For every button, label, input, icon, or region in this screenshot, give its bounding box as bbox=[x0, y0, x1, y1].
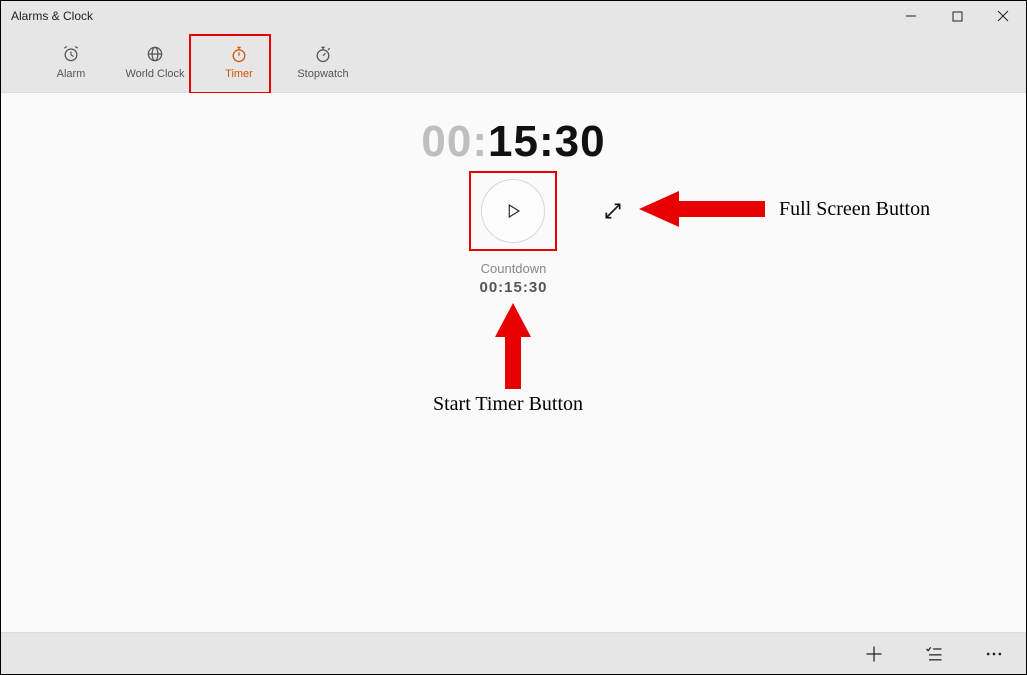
expand-icon bbox=[603, 201, 623, 221]
annotation-arrow-fullscreen bbox=[639, 187, 765, 231]
timer-minutes: 15 bbox=[488, 117, 539, 166]
bottom-bar bbox=[1, 632, 1026, 674]
ellipsis-icon bbox=[984, 644, 1004, 664]
close-button[interactable] bbox=[980, 1, 1026, 31]
timer-hours: 00 bbox=[421, 117, 472, 166]
countdown-label: Countdown bbox=[481, 261, 547, 276]
annotation-arrow-start bbox=[491, 303, 535, 389]
timer-icon bbox=[229, 44, 249, 64]
tab-world-clock[interactable]: World Clock bbox=[113, 31, 197, 92]
alarm-icon bbox=[61, 44, 81, 64]
plus-icon bbox=[864, 644, 884, 664]
annotation-label-start: Start Timer Button bbox=[433, 393, 583, 416]
tab-timer-label: Timer bbox=[225, 68, 253, 80]
annotation-label-fullscreen: Full Screen Button bbox=[779, 198, 930, 221]
edit-timers-button[interactable] bbox=[922, 642, 946, 666]
add-timer-button[interactable] bbox=[862, 642, 886, 666]
start-timer-button[interactable] bbox=[481, 179, 545, 243]
tab-bar: Alarm World Clock Timer Stopwatch bbox=[1, 31, 1026, 93]
title-bar: Alarms & Clock bbox=[1, 1, 1026, 31]
timer-content: 00:15:30 Countdown 00:15:30 Full Screen … bbox=[1, 93, 1026, 632]
world-clock-icon bbox=[145, 44, 165, 64]
timer-sep2: : bbox=[539, 117, 555, 166]
timer-sep1: : bbox=[472, 117, 488, 166]
more-options-button[interactable] bbox=[982, 642, 1006, 666]
minimize-button[interactable] bbox=[888, 1, 934, 31]
close-icon bbox=[997, 10, 1009, 22]
stopwatch-icon bbox=[313, 44, 333, 64]
tab-alarm-label: Alarm bbox=[57, 68, 86, 80]
fullscreen-button[interactable] bbox=[601, 199, 625, 223]
window-title: Alarms & Clock bbox=[11, 9, 93, 23]
countdown-value: 00:15:30 bbox=[479, 279, 547, 296]
tab-world-clock-label: World Clock bbox=[125, 68, 184, 80]
tab-timer[interactable]: Timer bbox=[197, 31, 281, 92]
window-controls bbox=[888, 1, 1026, 31]
minimize-icon bbox=[905, 10, 917, 22]
maximize-button[interactable] bbox=[934, 1, 980, 31]
play-icon bbox=[504, 202, 522, 220]
timer-seconds: 30 bbox=[555, 117, 606, 166]
list-check-icon bbox=[924, 644, 944, 664]
tab-stopwatch[interactable]: Stopwatch bbox=[281, 31, 365, 92]
maximize-icon bbox=[952, 11, 963, 22]
timer-display: 00:15:30 bbox=[421, 117, 605, 167]
tab-stopwatch-label: Stopwatch bbox=[297, 68, 348, 80]
tab-alarm[interactable]: Alarm bbox=[29, 31, 113, 92]
